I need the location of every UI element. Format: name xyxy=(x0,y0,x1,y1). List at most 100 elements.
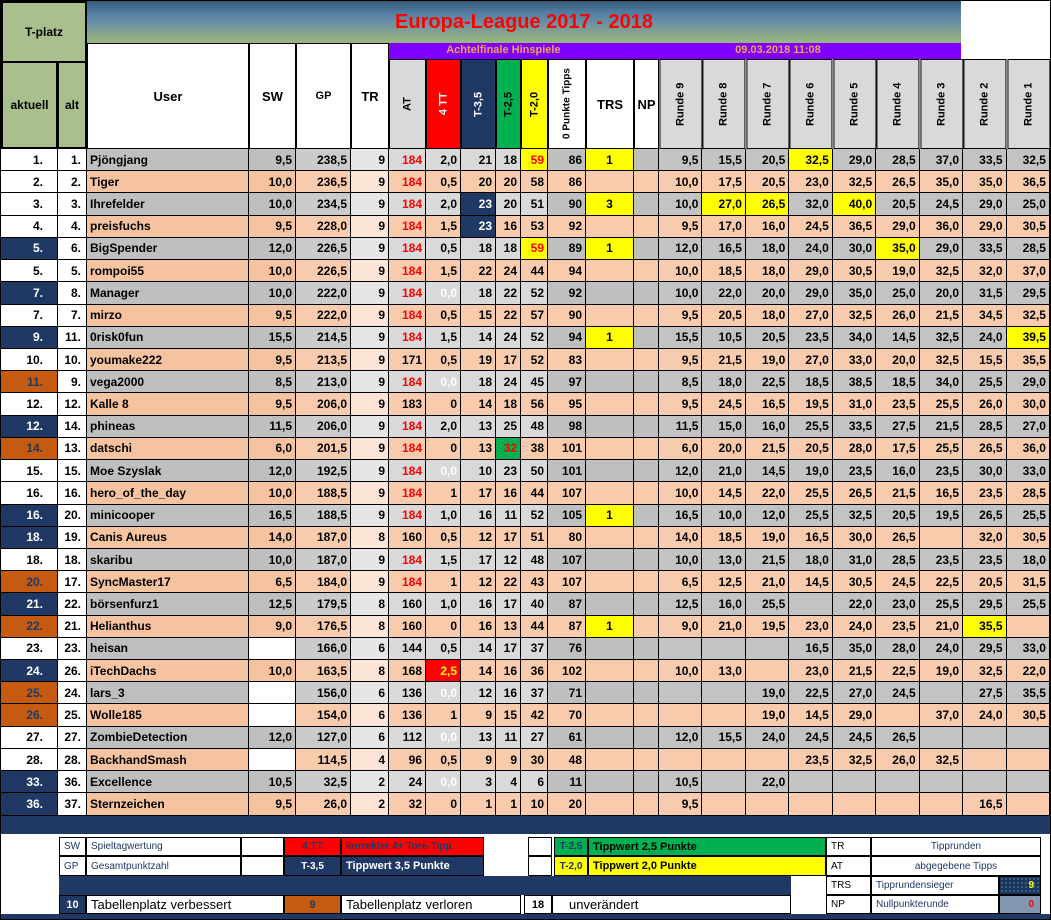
tr-cell[interactable]: 9 xyxy=(351,149,389,171)
user-cell[interactable]: Moe Szyslak xyxy=(87,460,249,482)
tipp-25-cell[interactable]: 16 xyxy=(496,660,521,682)
runde-cell[interactable]: 28,5 xyxy=(1007,482,1050,504)
column-header-aktuell[interactable]: aktuell xyxy=(1,63,58,149)
runde-cell[interactable]: 20,5 xyxy=(963,571,1006,593)
runde-cell[interactable]: 16,5 xyxy=(789,638,832,660)
gp-cell[interactable]: 214,5 xyxy=(296,327,351,349)
tr-cell[interactable]: 9 xyxy=(351,571,389,593)
runde-cell[interactable]: 16,0 xyxy=(702,593,745,615)
runde-cell[interactable]: 24,0 xyxy=(920,638,963,660)
gp-cell[interactable]: 192,5 xyxy=(296,460,351,482)
runde-cell[interactable]: 20,0 xyxy=(746,282,789,304)
runde-cell[interactable]: 21,0 xyxy=(920,616,963,638)
runde-cell[interactable]: 32,5 xyxy=(789,149,832,171)
sw-cell[interactable] xyxy=(249,638,296,660)
tipp-4tt-cell[interactable]: 0 xyxy=(426,793,461,815)
sw-cell[interactable] xyxy=(249,682,296,704)
runde-cell[interactable]: 35,0 xyxy=(920,171,963,193)
zero-point-tips-cell[interactable]: 86 xyxy=(548,171,586,193)
runde-cell[interactable]: 21,5 xyxy=(746,438,789,460)
gp-cell[interactable]: 187,0 xyxy=(296,549,351,571)
tipp-25-cell[interactable]: 20 xyxy=(496,193,521,215)
sw-cell[interactable]: 9,5 xyxy=(249,216,296,238)
runde-cell[interactable]: 23,5 xyxy=(789,749,832,771)
rank-current-cell[interactable]: 25. xyxy=(1,682,58,704)
runde-cell[interactable]: 22,5 xyxy=(789,682,832,704)
tipp-4tt-cell[interactable]: 0,5 xyxy=(426,171,461,193)
rank-previous-cell[interactable]: 13. xyxy=(58,438,87,460)
rank-current-cell[interactable]: 14. xyxy=(1,438,58,460)
rank-previous-cell[interactable]: 21. xyxy=(58,616,87,638)
runde-cell[interactable]: 28,5 xyxy=(876,149,919,171)
runde-cell[interactable]: 23,0 xyxy=(789,660,832,682)
runde-cell[interactable]: 32,0 xyxy=(963,527,1006,549)
runde-cell[interactable]: 26,5 xyxy=(876,171,919,193)
rank-previous-cell[interactable]: 26. xyxy=(58,660,87,682)
tipp-25-cell[interactable]: 17 xyxy=(496,527,521,549)
rank-previous-cell[interactable]: 5. xyxy=(58,260,87,282)
runde-cell[interactable]: 28,5 xyxy=(963,416,1006,438)
runde-cell[interactable]: 30,0 xyxy=(963,460,1006,482)
sw-cell[interactable]: 10,0 xyxy=(249,171,296,193)
runde-cell[interactable]: 29,5 xyxy=(963,593,1006,615)
np-cell[interactable] xyxy=(634,171,659,193)
runde-cell[interactable] xyxy=(702,771,745,793)
runde-cell[interactable]: 35,5 xyxy=(1007,349,1050,371)
runde-cell[interactable]: 21,5 xyxy=(920,416,963,438)
runde-cell[interactable]: 33,5 xyxy=(963,238,1006,260)
tipp-20-cell[interactable]: 53 xyxy=(521,216,548,238)
runde-cell[interactable]: 32,5 xyxy=(833,505,876,527)
runde-cell[interactable]: 18,5 xyxy=(702,260,745,282)
np-cell[interactable] xyxy=(634,682,659,704)
runde-cell[interactable]: 20,5 xyxy=(789,438,832,460)
sw-cell[interactable]: 8,5 xyxy=(249,371,296,393)
tipp-4tt-cell[interactable]: 2,0 xyxy=(426,193,461,215)
rank-previous-cell[interactable]: 12. xyxy=(58,393,87,415)
runde-cell[interactable]: 23,5 xyxy=(920,549,963,571)
tipp-25-cell[interactable]: 9 xyxy=(496,749,521,771)
runde-cell[interactable]: 29,5 xyxy=(1007,282,1050,304)
np-cell[interactable] xyxy=(634,349,659,371)
user-cell[interactable]: phineas xyxy=(87,416,249,438)
trs-cell[interactable] xyxy=(586,593,634,615)
rank-previous-cell[interactable]: 37. xyxy=(58,793,87,815)
runde-cell[interactable]: 10,0 xyxy=(659,660,702,682)
runde-cell[interactable]: 20,0 xyxy=(702,438,745,460)
tr-cell[interactable]: 9 xyxy=(351,482,389,504)
tipp-25-cell[interactable]: 24 xyxy=(496,327,521,349)
trs-cell[interactable] xyxy=(586,727,634,749)
trs-cell[interactable] xyxy=(586,393,634,415)
column-header-gp[interactable]: GP xyxy=(296,43,351,149)
runde-cell[interactable]: 9,5 xyxy=(659,305,702,327)
runde-cell[interactable]: 33,0 xyxy=(1007,460,1050,482)
at-cell[interactable]: 184 xyxy=(389,549,426,571)
trs-cell[interactable]: 1 xyxy=(586,238,634,260)
runde-cell[interactable]: 36,5 xyxy=(833,216,876,238)
at-cell[interactable]: 184 xyxy=(389,216,426,238)
gp-cell[interactable]: 226,5 xyxy=(296,238,351,260)
tipp-35-cell[interactable]: 12 xyxy=(461,571,496,593)
user-cell[interactable]: SyncMaster17 xyxy=(87,571,249,593)
tipp-35-cell[interactable]: 16 xyxy=(461,616,496,638)
tr-cell[interactable]: 9 xyxy=(351,349,389,371)
runde-cell[interactable]: 27,5 xyxy=(963,682,1006,704)
tipp-4tt-cell[interactable]: 1,5 xyxy=(426,260,461,282)
tipp-25-cell[interactable]: 11 xyxy=(496,505,521,527)
runde-cell[interactable]: 32,5 xyxy=(920,327,963,349)
rank-previous-cell[interactable]: 9. xyxy=(58,371,87,393)
runde-cell[interactable]: 30,5 xyxy=(833,571,876,593)
runde-cell[interactable]: 32,0 xyxy=(963,260,1006,282)
runde-cell[interactable]: 22,0 xyxy=(702,282,745,304)
tipp-35-cell[interactable]: 19 xyxy=(461,349,496,371)
runde-cell[interactable] xyxy=(789,793,832,815)
zero-point-tips-cell[interactable]: 107 xyxy=(548,549,586,571)
runde-cell[interactable]: 9,5 xyxy=(659,216,702,238)
sw-cell[interactable]: 10,0 xyxy=(249,282,296,304)
tipp-20-cell[interactable]: 56 xyxy=(521,393,548,415)
runde-cell[interactable]: 23,5 xyxy=(963,482,1006,504)
tipp-20-cell[interactable]: 44 xyxy=(521,482,548,504)
runde-cell[interactable]: 17,5 xyxy=(876,438,919,460)
gp-cell[interactable]: 226,5 xyxy=(296,260,351,282)
rank-current-cell[interactable]: 24. xyxy=(1,660,58,682)
user-cell[interactable]: Canis Aureus xyxy=(87,527,249,549)
